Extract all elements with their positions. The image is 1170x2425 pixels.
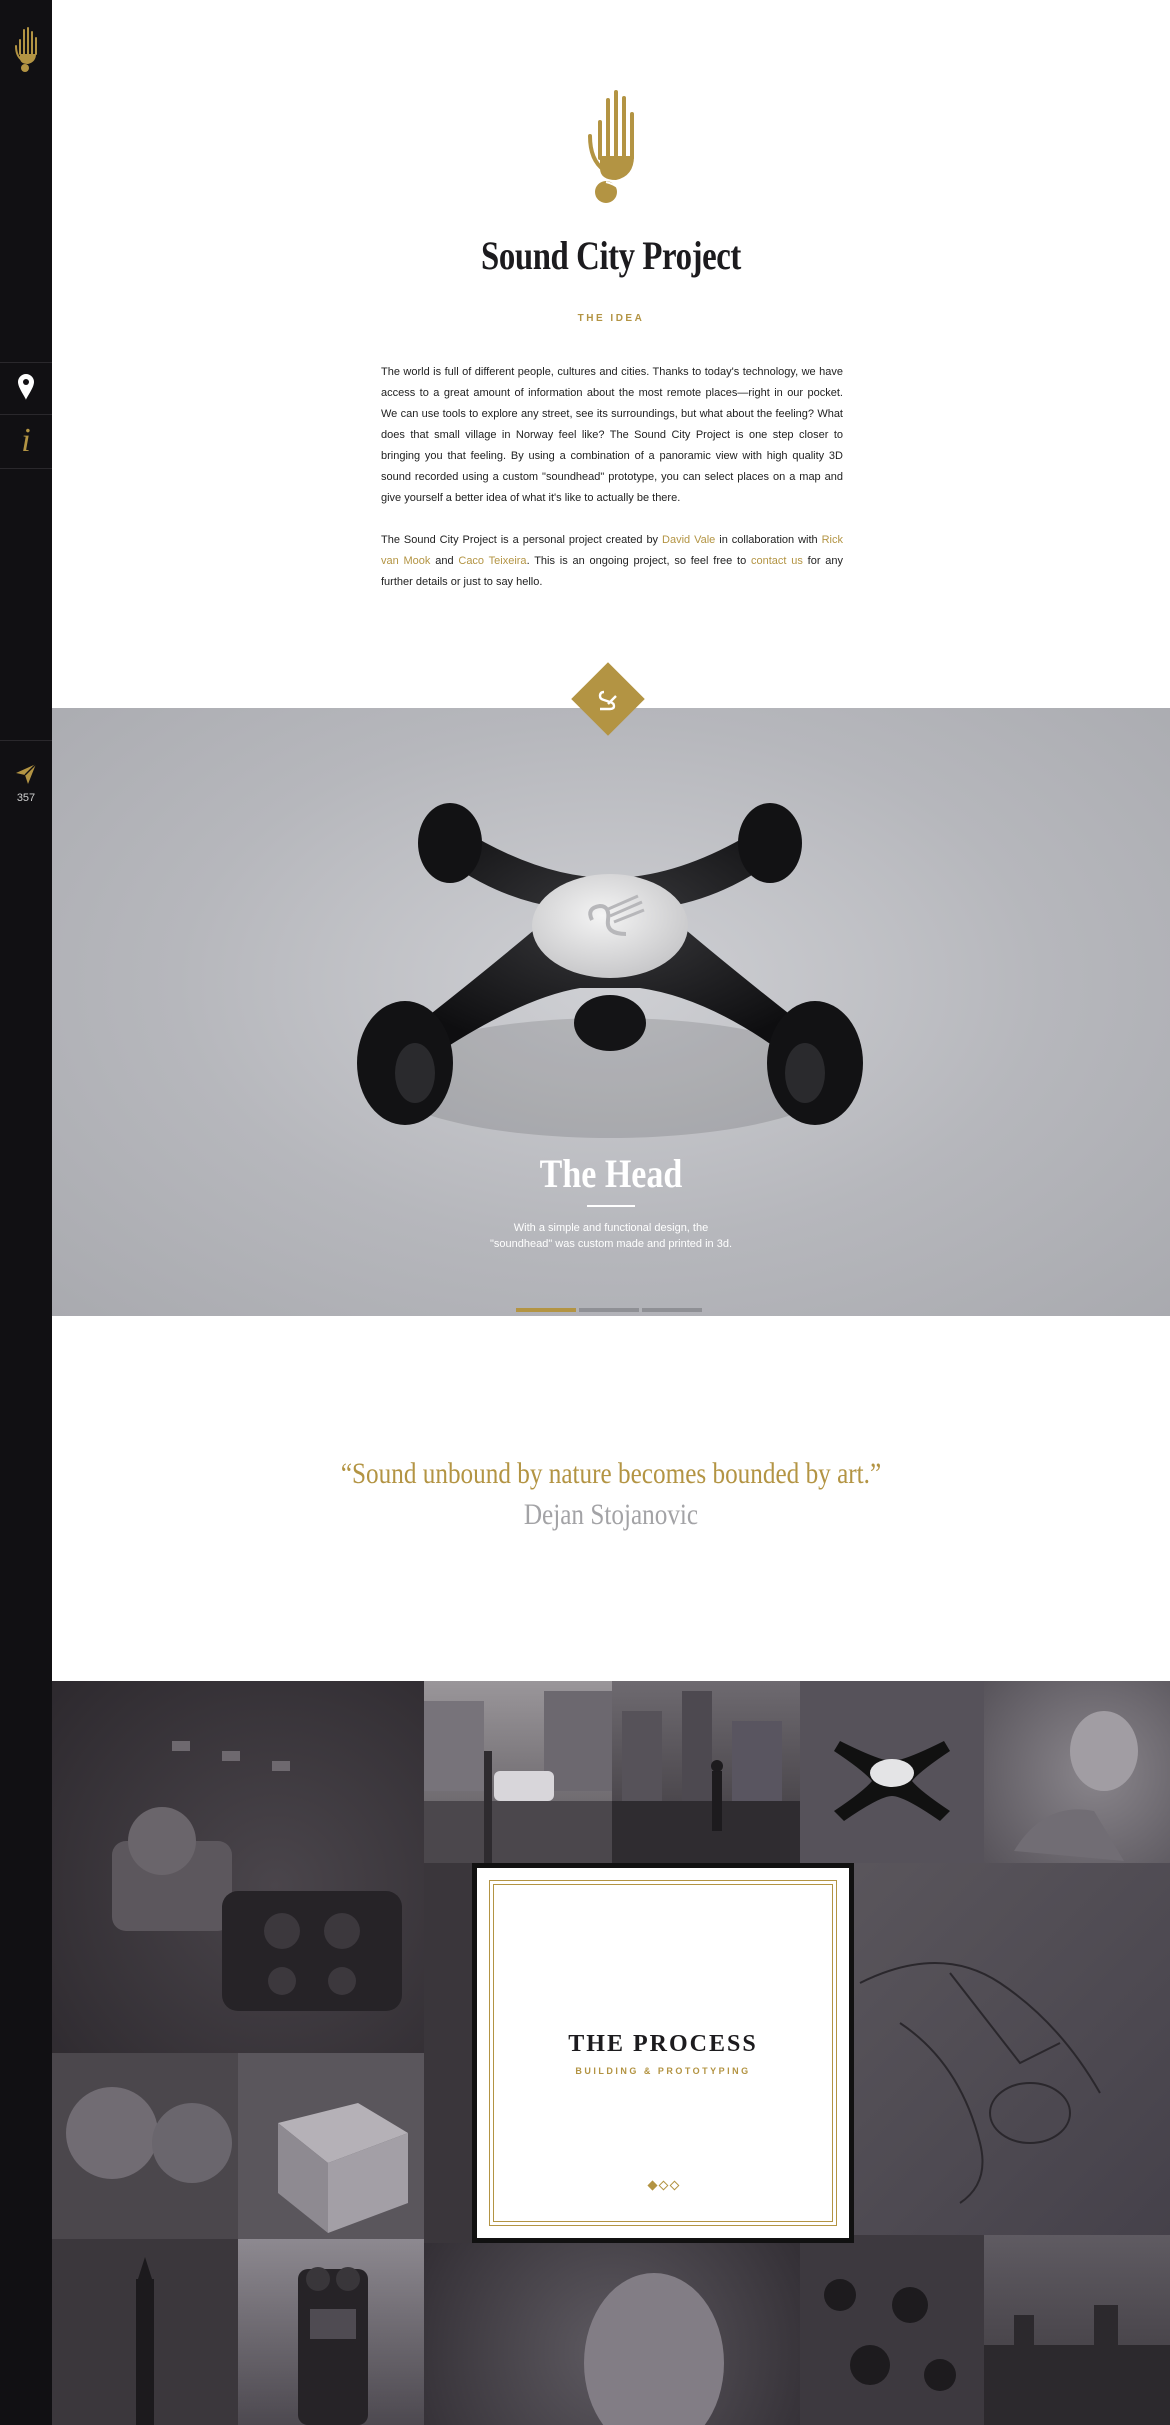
page-title: Sound City Project (481, 233, 741, 278)
process-dot-3[interactable] (669, 2180, 679, 2191)
head-section: The Head With a simple and functional de… (52, 708, 1170, 1316)
gallery-photo-street (424, 1681, 612, 1863)
section-subtitle: THE IDEA (577, 313, 645, 324)
gallery-photo-sketch (800, 1863, 1170, 2235)
title-divider (587, 1205, 635, 1207)
hand-logo-icon[interactable] (12, 24, 40, 74)
credits-text: . This is an ongoing project, so feel fr… (526, 555, 751, 567)
process-subtitle: BUILDING & PROTOTYPING (575, 2066, 751, 2076)
process-card-inner: THE PROCESS BUILDING & PROTOTYPING (477, 1868, 849, 2238)
gallery-photo-skyline (984, 2235, 1170, 2425)
map-pin-icon[interactable] (16, 372, 36, 402)
gallery-photo-hand (424, 2243, 800, 2425)
credits-text: in collaboration with (715, 534, 822, 546)
sidebar-divider (0, 414, 52, 415)
slide-indicator (516, 1299, 705, 1312)
slide-indicator-2[interactable] (579, 1308, 639, 1312)
process-dot-2[interactable] (658, 2180, 668, 2191)
link-david-vale[interactable]: David Vale (662, 534, 715, 546)
gallery-photo-city (612, 1681, 800, 1863)
gallery-photo-recorder (238, 2239, 424, 2425)
gallery-photo-parts (800, 2235, 984, 2425)
intro-text: The world is full of different people, c… (381, 362, 843, 593)
link-contact-us[interactable]: contact us (751, 555, 803, 567)
head-title: The Head (539, 1151, 683, 1196)
process-card[interactable]: THE PROCESS BUILDING & PROTOTYPING (472, 1863, 854, 2243)
sidebar-divider (0, 468, 52, 469)
slide-indicator-1[interactable] (516, 1308, 576, 1312)
head-description: With a simple and functional design, the… (489, 1222, 733, 1250)
quote-author: Dejan Stojanovic (523, 1498, 699, 1531)
link-caco-teixeira[interactable]: Caco Teixeira (458, 555, 526, 567)
process-gallery: THE PROCESS BUILDING & PROTOTYPING (52, 1681, 1170, 2425)
gallery-photo-box (238, 2053, 424, 2239)
swan-logo-icon (598, 690, 617, 711)
soundhead-device-image (357, 803, 863, 1138)
gallery-photo-windscreen (52, 2053, 238, 2239)
gallery-photo-device (800, 1681, 984, 1863)
process-dot-1[interactable] (647, 2180, 657, 2191)
credits-paragraph: The Sound City Project is a personal pro… (381, 530, 843, 593)
slide-indicator-3[interactable] (642, 1308, 702, 1312)
share-button[interactable]: 357 (0, 740, 52, 820)
process-pagination (477, 2176, 849, 2194)
quote-text: “Sound unbound by nature becomes bounded… (340, 1457, 882, 1490)
gallery-photo-ear (984, 1681, 1170, 1863)
sidebar: i 357 (0, 0, 52, 2425)
credits-text: and (430, 555, 459, 567)
intro-paragraph: The world is full of different people, c… (381, 366, 843, 504)
process-title: THE PROCESS (568, 2031, 758, 2057)
hand-logo-icon (588, 90, 634, 203)
info-icon[interactable]: i (0, 420, 52, 462)
gallery-photo-gear (52, 1681, 424, 2053)
paper-plane-icon (16, 763, 37, 784)
credits-text: The Sound City Project is a personal pro… (381, 534, 663, 546)
gallery-photo-cable (52, 2239, 238, 2425)
sidebar-divider (0, 362, 52, 363)
share-count: 357 (16, 792, 36, 804)
